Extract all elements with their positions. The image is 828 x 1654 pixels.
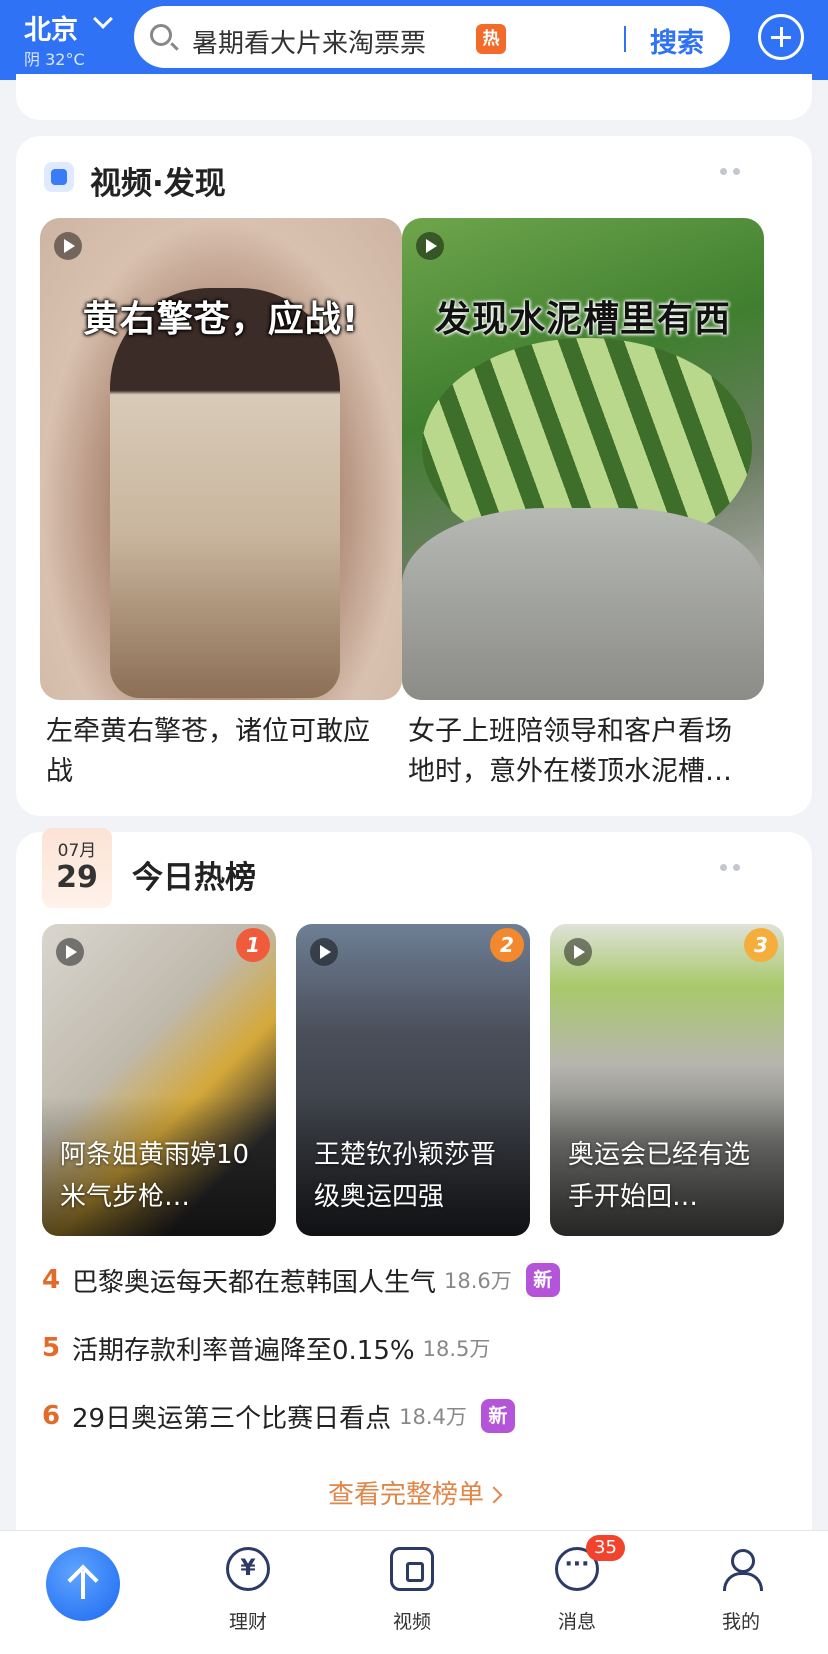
hot-item-count: 18.6万 bbox=[444, 1269, 512, 1293]
hot-list-title: 今日热榜 bbox=[132, 860, 256, 896]
video-discovery-card: 视频·发现 黄右擎苍，应战! 左牵黄右擎苍，诸位可敢应战 发现水泥槽里有西 女子… bbox=[16, 136, 812, 816]
previous-card-bottom bbox=[16, 74, 812, 120]
tab-profile[interactable]: 我的 bbox=[686, 1539, 796, 1639]
rank-number: 6 bbox=[42, 1401, 61, 1431]
tab-label: 视频 bbox=[392, 1611, 431, 1633]
hot-item-caption: 王楚钦孙颖莎晋级奥运四强 bbox=[314, 1140, 497, 1212]
rank-badge: 3 bbox=[744, 928, 778, 962]
hot-item-title[interactable]: 巴黎奥运每天都在惹韩国人生气 bbox=[72, 1262, 436, 1299]
search-icon bbox=[150, 24, 172, 46]
add-icon[interactable] bbox=[758, 14, 804, 60]
tab-label: 消息 bbox=[557, 1611, 596, 1633]
profile-icon bbox=[719, 1547, 763, 1591]
more-options-icon[interactable] bbox=[720, 168, 742, 176]
message-count-badge: 35 bbox=[586, 1535, 625, 1561]
rank-badge: 2 bbox=[490, 928, 524, 962]
view-full-list-label[interactable]: 查看完整榜单 bbox=[328, 1480, 484, 1510]
hot-badge: 热 bbox=[476, 24, 506, 54]
new-badge: 新 bbox=[525, 1263, 560, 1297]
city-selector[interactable]: 北京 bbox=[24, 8, 113, 47]
hot-list-item[interactable]: 6 29日奥运第三个比赛日看点 18.4万 新 bbox=[42, 1396, 515, 1436]
search-divider bbox=[624, 26, 626, 52]
video-title[interactable]: 女子上班陪领导和客户看场地时，意外在楼顶水泥槽… bbox=[408, 712, 758, 792]
yen-icon: ¥ bbox=[226, 1547, 270, 1591]
tab-label: 我的 bbox=[721, 1611, 760, 1633]
hot-list-card: 07月 29 今日热榜 1 阿条姐黄雨婷10米气步枪… 2 王楚钦孙颖莎晋级奥运… bbox=[16, 828, 812, 1632]
hot-item-title[interactable]: 活期存款利率普遍降至0.15% bbox=[72, 1330, 415, 1367]
weather-text: 阴 32°C bbox=[24, 50, 85, 69]
video-section-icon bbox=[44, 162, 74, 192]
hot-item-count: 18.5万 bbox=[422, 1337, 491, 1361]
hot-item-title[interactable]: 29日奥运第三个比赛日看点 bbox=[72, 1398, 391, 1435]
top-bar: 北京 阴 32°C 暑期看大片来淘票票 热 搜索 bbox=[0, 0, 828, 80]
search-button[interactable]: 搜索 bbox=[650, 21, 704, 60]
search-bar[interactable]: 暑期看大片来淘票票 热 搜索 bbox=[134, 6, 730, 68]
hot-item-thumbnail[interactable]: 2 王楚钦孙颖莎晋级奥运四强 bbox=[296, 924, 530, 1236]
figure-shape bbox=[110, 288, 340, 698]
video-overlay-text: 黄右擎苍，应战! bbox=[82, 299, 360, 340]
city-name[interactable]: 北京 bbox=[24, 15, 78, 46]
play-icon bbox=[564, 938, 592, 966]
video-icon bbox=[390, 1547, 434, 1591]
tab-label: 理财 bbox=[228, 1611, 267, 1633]
hot-item-caption: 阿条姐黄雨婷10米气步枪… bbox=[60, 1140, 250, 1212]
play-icon bbox=[54, 232, 82, 260]
date-day: 29 bbox=[56, 860, 98, 895]
video-thumbnail[interactable]: 发现水泥槽里有西 bbox=[402, 218, 764, 700]
hot-item-caption: 奥运会已经有选手开始回… bbox=[568, 1140, 751, 1212]
video-thumbnail[interactable]: 黄右擎苍，应战! bbox=[40, 218, 402, 700]
tab-finance[interactable]: ¥ 理财 bbox=[193, 1539, 303, 1639]
new-badge: 新 bbox=[480, 1399, 515, 1433]
rank-number: 5 bbox=[42, 1333, 61, 1363]
hot-item-count: 18.4万 bbox=[399, 1405, 467, 1429]
hot-list-item[interactable]: 5 活期存款利率普遍降至0.15% 18.5万 bbox=[42, 1328, 490, 1368]
play-icon bbox=[416, 232, 444, 260]
video-title[interactable]: 左牵黄右擎苍，诸位可敢应战 bbox=[46, 712, 396, 792]
tab-video[interactable]: 视频 bbox=[357, 1539, 467, 1639]
chevron-down-icon[interactable] bbox=[93, 9, 113, 29]
rank-badge: 1 bbox=[236, 928, 270, 962]
play-icon bbox=[310, 938, 338, 966]
tab-messages[interactable]: 35 消息 bbox=[522, 1535, 632, 1639]
date-month: 07月 bbox=[57, 841, 97, 861]
more-options-icon[interactable] bbox=[720, 864, 742, 872]
hot-item-thumbnail[interactable]: 3 奥运会已经有选手开始回… bbox=[550, 924, 784, 1236]
date-badge: 07月 29 bbox=[42, 828, 112, 908]
view-full-list-link[interactable]: 查看完整榜单 bbox=[16, 1474, 812, 1511]
rank-number: 4 bbox=[42, 1265, 61, 1295]
search-input[interactable]: 暑期看大片来淘票票 bbox=[192, 23, 426, 60]
hot-item-thumbnail[interactable]: 1 阿条姐黄雨婷10米气步枪… bbox=[42, 924, 276, 1236]
hot-list-item[interactable]: 4 巴黎奥运每天都在惹韩国人生气 18.6万 新 bbox=[42, 1260, 560, 1300]
home-up-arrow-icon[interactable] bbox=[46, 1547, 120, 1621]
bottom-nav: ¥ 理财 视频 35 消息 我的 bbox=[0, 1530, 828, 1654]
chevron-right-icon bbox=[485, 1486, 503, 1504]
section-title: 视频·发现 bbox=[90, 166, 226, 202]
concrete-shape bbox=[402, 508, 764, 700]
video-overlay-text: 发现水泥槽里有西 bbox=[434, 299, 731, 340]
play-icon bbox=[56, 938, 84, 966]
